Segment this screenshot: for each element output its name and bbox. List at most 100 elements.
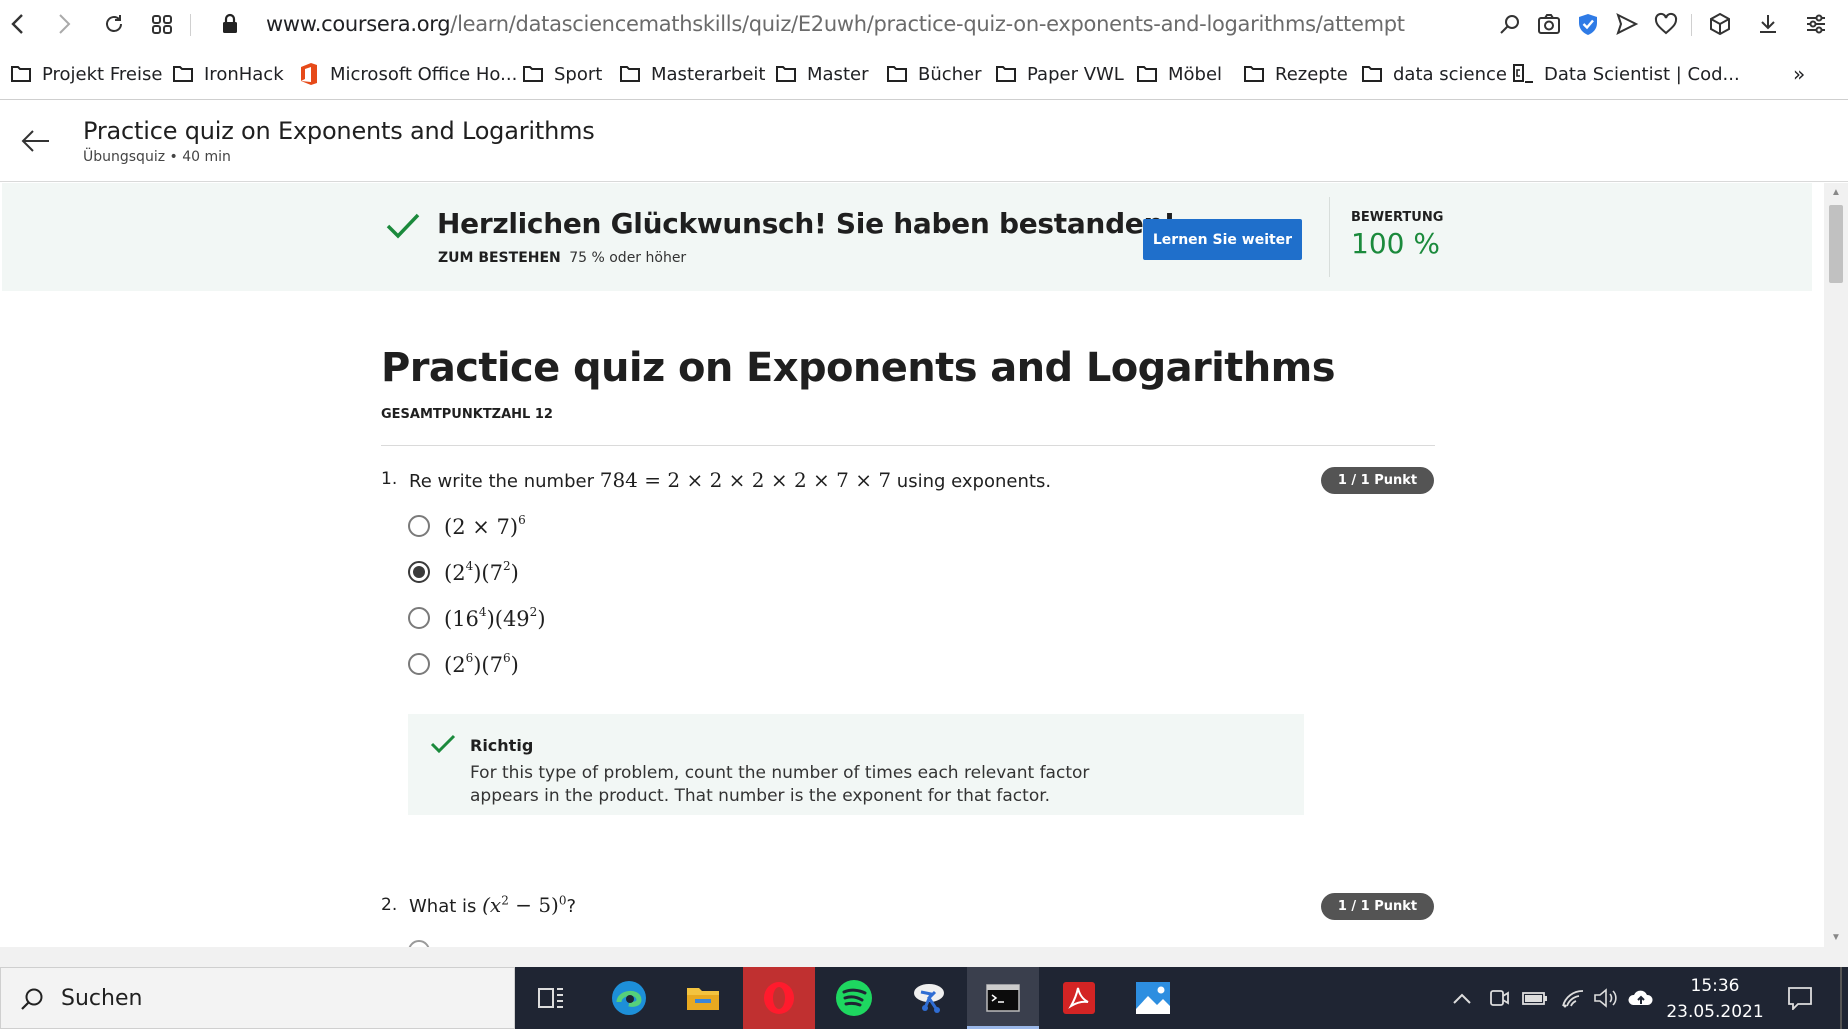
datacamp-icon [1513,64,1533,83]
scroll-down-icon[interactable]: ▼ [1831,932,1841,943]
answer-option[interactable]: (2 × 7)6 [408,511,526,541]
option-exponent: 6 [502,651,511,665]
snapshot-icon[interactable] [1536,11,1562,37]
back-arrow-icon[interactable] [20,125,52,157]
grade-value: 100 % [1351,227,1440,260]
check-icon [385,211,421,246]
bookmark-buecher[interactable]: Bücher [886,60,982,88]
scroll-thumb[interactable] [1829,205,1843,283]
taskbar-search[interactable]: Suchen [0,967,515,1029]
battery-icon[interactable] [1520,967,1550,1029]
url-path: /learn/datasciencemathskills/quiz/E2uwh/… [450,12,1405,36]
option-base: )(49 [486,607,530,631]
back-icon[interactable] [4,10,32,38]
download-icon[interactable] [1755,11,1781,37]
find-icon[interactable] [1497,11,1523,37]
notifications-icon[interactable] [1782,967,1818,1029]
show-hidden-icons-icon[interactable] [1448,967,1476,1029]
option-tail: ) [537,607,546,631]
page-subtitle: Übungsquiz • 40 min [83,149,231,165]
bookmark-moebel[interactable]: Möbel [1136,60,1222,88]
bookmark-rezepte[interactable]: Rezepte [1243,60,1348,88]
folder-icon [620,66,640,82]
onedrive-icon[interactable] [1627,967,1655,1029]
forward-icon[interactable] [50,10,78,38]
feedback-text: For this type of problem, count the numb… [470,763,1090,806]
answer-option[interactable]: (164)(492) [408,603,546,633]
bookmark-data-scientist[interactable]: Data Scientist | Cod... [1512,60,1740,88]
bookmark-ironhack[interactable]: IronHack [172,60,284,88]
file-explorer-icon[interactable] [667,967,739,1029]
bookmark-label: Masterarbeit [651,63,766,85]
continue-learning-button[interactable]: Lernen Sie weiter [1143,219,1302,260]
bookmark-sport[interactable]: Sport [522,60,602,88]
heart-icon[interactable] [1653,11,1679,37]
folder-icon [1362,66,1382,82]
bookmark-microsoft-office[interactable]: Microsoft Office Ho... [298,60,517,88]
question-text: What is (x2 − 5)0? [409,893,576,917]
clock-date: 23.05.2021 [1666,1002,1764,1022]
folder-icon [776,66,796,82]
question-math: 784 = 2 × 2 × 2 × 2 × 7 × 7 [599,468,892,492]
bookmark-label: Möbel [1168,63,1223,85]
radio-button-selected[interactable] [408,561,430,583]
reload-icon[interactable] [100,10,128,38]
folder-icon [996,66,1016,82]
meet-now-icon[interactable] [1485,967,1513,1029]
url-host: www.coursera.org [266,12,451,36]
bookmark-label: IronHack [204,63,284,85]
address-bar-url[interactable]: www.coursera.org/learn/datasciencemathsk… [266,12,1405,36]
grade-label: BEWERTUNG [1351,210,1444,225]
option-base: (2 [444,653,466,677]
toolbar-divider [1691,14,1692,36]
answer-option-selected[interactable]: (24)(72) [408,557,519,587]
bookmark-data-science[interactable]: data science [1361,60,1507,88]
feedback-title: Richtig [470,736,534,755]
show-desktop-button[interactable] [1840,967,1842,1029]
taskbar-clock[interactable]: 15:36 23.05.2021 [1655,973,1775,1025]
folder-icon [11,66,31,82]
option-base: )(7 [473,653,503,677]
photos-icon[interactable] [1117,967,1189,1029]
lock-icon[interactable] [216,10,244,38]
task-view-icon[interactable] [515,967,587,1029]
volume-icon[interactable] [1592,967,1620,1029]
horizontal-scrollbar[interactable] [0,947,1848,967]
terminal-icon[interactable] [967,967,1039,1029]
question-math: (x2 − 5)0 [482,893,566,917]
radio-button[interactable] [408,940,430,947]
opera-icon[interactable] [743,967,815,1029]
wifi-icon[interactable] [1559,967,1587,1029]
shield-icon[interactable] [1575,11,1601,37]
bookmark-projekt-freise[interactable]: Projekt Freise [10,60,162,88]
answer-option[interactable]: (26)(76) [408,649,519,679]
speed-dial-icon[interactable] [148,10,176,38]
folder-icon [887,66,907,82]
radio-button[interactable] [408,515,430,537]
easy-setup-icon[interactable] [1803,11,1829,37]
send-icon[interactable] [1614,11,1640,37]
bookmark-master[interactable]: Master [775,60,868,88]
acrobat-icon[interactable] [1043,967,1115,1029]
bookmark-label: Projekt Freise [42,63,163,85]
radio-button[interactable] [408,653,430,675]
edge-icon[interactable] [593,967,665,1029]
bookmark-masterarbeit[interactable]: Masterarbeit [619,60,765,88]
bookmark-label: Rezepte [1275,63,1348,85]
question-text-before: What is [409,896,483,917]
main-content: Herzlichen Glückwunsch! Sie haben bestan… [0,183,1824,947]
snipping-tool-icon[interactable] [893,967,965,1029]
bookmarks-more-icon[interactable]: » [1793,60,1805,88]
folder-icon [523,66,543,82]
spotify-icon[interactable] [818,967,890,1029]
vertical-scrollbar[interactable]: ▲ ▼ [1824,183,1848,947]
radio-button[interactable] [408,607,430,629]
extensions-icon[interactable] [1707,11,1733,37]
result-banner: Herzlichen Glückwunsch! Sie haben bestan… [2,183,1812,291]
quiz-title: Practice quiz on Exponents and Logarithm… [381,345,1336,391]
bookmark-paper-vwl[interactable]: Paper VWL [995,60,1124,88]
bookmark-label: data science [1393,63,1507,85]
question-number: 1. [381,469,398,489]
scroll-up-icon[interactable]: ▲ [1831,187,1841,198]
option-tail: ) [510,561,519,585]
